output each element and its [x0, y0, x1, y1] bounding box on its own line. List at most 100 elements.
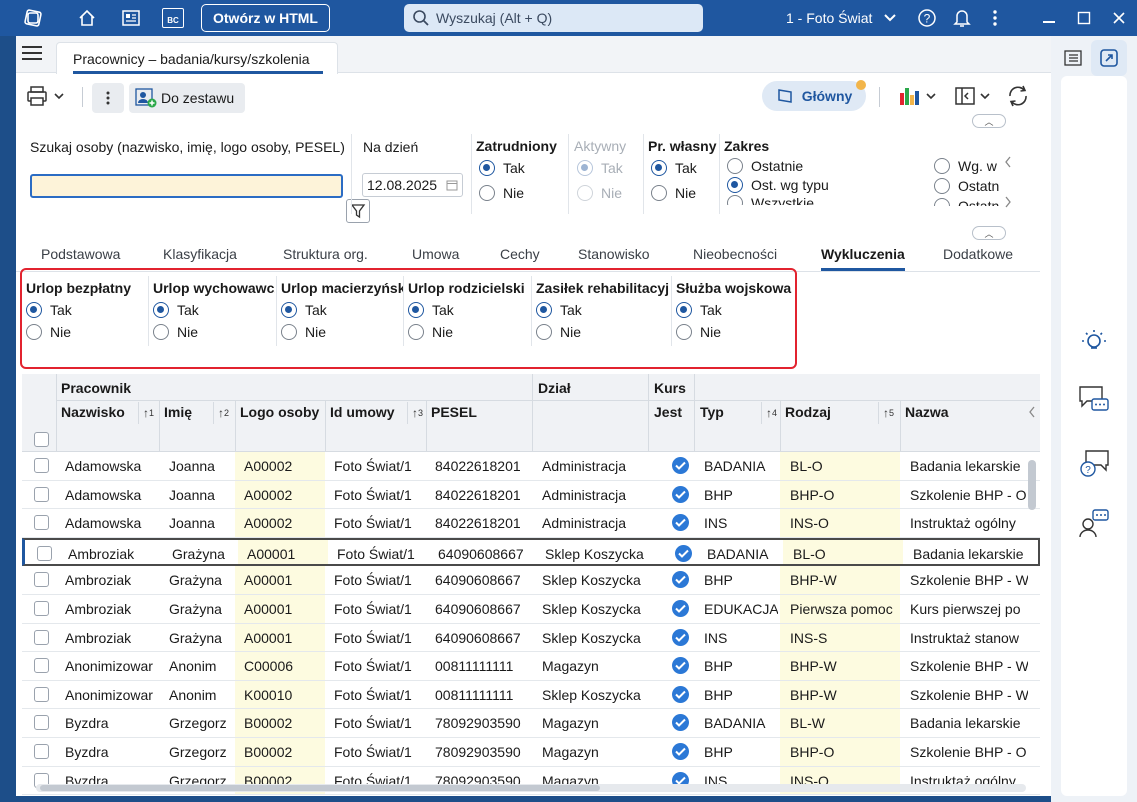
table-row[interactable]: Adamowska Joanna A00002 Foto Świat/1 8402261…: [22, 452, 1040, 481]
horizontal-scrollbar[interactable]: [36, 784, 1026, 792]
excl-no-radio[interactable]: Nie: [536, 324, 670, 340]
sort-id-umowy[interactable]: ↑ 3: [407, 402, 427, 424]
date-input[interactable]: 12.08.2025: [362, 173, 463, 197]
tab-dodatkowe[interactable]: Dodatkowe: [943, 246, 1013, 262]
tab-cechy[interactable]: Cechy: [500, 246, 540, 262]
row-checkbox[interactable]: [34, 486, 49, 502]
maximize-icon[interactable]: [1069, 4, 1099, 32]
tab-stanowisko[interactable]: Stanowisko: [578, 246, 650, 262]
extra-opt3-radio[interactable]: Ostatn: [934, 198, 999, 206]
row-checkbox[interactable]: [34, 658, 49, 674]
excl-no-radio[interactable]: Nie: [26, 324, 148, 340]
help-chat-icon[interactable]: ?: [1076, 446, 1112, 482]
app-logo-icon[interactable]: [18, 4, 48, 32]
sort-typ[interactable]: ↑ 4: [761, 402, 781, 424]
excl-yes-radio[interactable]: Tak: [153, 302, 275, 318]
header-nazwisko[interactable]: Nazwisko: [61, 404, 125, 420]
close-icon[interactable]: [1104, 4, 1134, 32]
sort-nazwisko[interactable]: ↑ 1: [138, 402, 158, 424]
extra-opt2-radio[interactable]: Ostatn: [934, 178, 999, 194]
main-view-button[interactable]: Główny: [762, 81, 866, 111]
sort-imie[interactable]: ↑ 2: [213, 402, 233, 424]
excl-yes-radio[interactable]: Tak: [281, 302, 403, 318]
more-vertical-icon[interactable]: [980, 4, 1010, 32]
row-checkbox[interactable]: [34, 686, 49, 702]
excl-yes-radio[interactable]: Tak: [408, 302, 532, 318]
range-last-radio[interactable]: Ostatnie: [727, 158, 803, 174]
table-row-selected[interactable]: Ambroziak Grażyna A00001 Foto Świat/1 640906…: [22, 537, 1040, 567]
header-jest[interactable]: Jest: [654, 404, 682, 420]
header-nazwa[interactable]: Nazwa: [905, 404, 949, 420]
header-logo[interactable]: Logo osoby: [240, 404, 319, 420]
row-checkbox[interactable]: [34, 458, 49, 473]
sort-rodzaj[interactable]: ↑ 5: [878, 402, 898, 424]
tab-wykluczenia[interactable]: Wykluczenia: [821, 246, 905, 271]
row-checkbox[interactable]: [34, 629, 49, 645]
list-view-icon[interactable]: [1055, 40, 1091, 76]
bell-icon[interactable]: [947, 4, 977, 32]
active-yes-radio[interactable]: Tak: [577, 160, 623, 176]
layout-button[interactable]: [954, 85, 990, 107]
table-row[interactable]: Anonimizowar Anonim C00006 Foto Świat/1 0081…: [22, 652, 1040, 681]
header-pesel[interactable]: PESEL: [431, 404, 477, 420]
tab-podstawowa[interactable]: Podstawowa: [41, 246, 120, 262]
help-icon[interactable]: ?: [912, 4, 942, 32]
excl-no-radio[interactable]: Nie: [408, 324, 532, 340]
calendar-icon[interactable]: [446, 179, 458, 191]
company-selector[interactable]: 1 - Foto Świat: [786, 4, 897, 32]
header-id-umowy[interactable]: Id umowy: [330, 404, 395, 420]
refresh-button[interactable]: [1006, 84, 1030, 108]
vertical-scrollbar[interactable]: [1028, 460, 1036, 510]
row-checkbox[interactable]: [34, 715, 49, 731]
row-checkbox[interactable]: [34, 515, 49, 531]
header-typ[interactable]: Typ: [700, 404, 724, 420]
table-row[interactable]: Ambroziak Grażyna A00001 Foto Świat/1 640906…: [22, 566, 1040, 595]
excl-yes-radio[interactable]: Tak: [676, 302, 794, 318]
more-actions-button[interactable]: [92, 83, 124, 113]
home-icon[interactable]: [72, 4, 102, 32]
menu-icon[interactable]: [22, 46, 42, 64]
table-row[interactable]: Anonimizowar Anonim K00010 Foto Świat/1 0081…: [22, 680, 1040, 710]
print-button[interactable]: [26, 85, 64, 107]
tab-pracownicy[interactable]: Pracownicy – badania/kursy/szkolenia: [56, 42, 338, 74]
excl-no-radio[interactable]: Nie: [153, 324, 275, 340]
add-to-set-button[interactable]: Do zestawu: [129, 83, 245, 113]
table-row[interactable]: Ambroziak Grażyna A00001 Foto Świat/1 640906…: [22, 595, 1040, 624]
chevron-left-icon[interactable]: [1004, 156, 1012, 168]
filter-button[interactable]: [346, 199, 370, 223]
select-all-checkbox[interactable]: [34, 432, 49, 447]
tab-klasyfikacja[interactable]: Klasyfikacja: [163, 246, 237, 262]
range-all-radio[interactable]: Wszystkie: [727, 195, 814, 205]
tab-umowa[interactable]: Umowa: [412, 246, 459, 262]
active-no-radio[interactable]: Nie: [577, 185, 622, 201]
excl-yes-radio[interactable]: Tak: [536, 302, 670, 318]
excl-no-radio[interactable]: Nie: [281, 324, 403, 340]
tab-nieobecnosci[interactable]: Nieobecności: [693, 246, 777, 262]
header-rodzaj[interactable]: Rodzaj: [785, 404, 831, 420]
row-checkbox[interactable]: [37, 545, 52, 561]
range-last-by-type-radio[interactable]: Ost. wg typu: [727, 177, 829, 193]
own-right-no-radio[interactable]: Nie: [651, 185, 696, 201]
table-row[interactable]: Adamowska Joanna A00002 Foto Świat/1 8402261…: [22, 509, 1040, 538]
collapse-sections-button[interactable]: ︿: [972, 226, 1006, 240]
table-row[interactable]: Byzdra Grzegorz B00002 Foto Świat/1 78092903…: [22, 738, 1040, 767]
table-row[interactable]: Ambroziak Grażyna A00001 Foto Świat/1 640906…: [22, 623, 1040, 653]
tab-struktura[interactable]: Struktura org.: [283, 246, 368, 262]
search-person-input[interactable]: [30, 174, 343, 198]
chevron-right-icon[interactable]: [1004, 196, 1012, 208]
employed-no-radio[interactable]: Nie: [479, 185, 524, 201]
row-checkbox[interactable]: [34, 744, 49, 759]
chat-icon[interactable]: [1076, 382, 1112, 418]
minimize-icon[interactable]: [1034, 4, 1064, 32]
table-row[interactable]: Adamowska Joanna A00002 Foto Świat/1 8402261…: [22, 480, 1040, 510]
chart-button[interactable]: [898, 85, 936, 107]
row-checkbox[interactable]: [34, 601, 49, 616]
table-row[interactable]: Byzdra Grzegorz B00002 Foto Świat/1 78092903…: [22, 709, 1040, 738]
lightbulb-icon[interactable]: [1076, 324, 1112, 360]
header-dzial[interactable]: Dział: [538, 380, 571, 396]
row-checkbox[interactable]: [34, 572, 49, 588]
excl-no-radio[interactable]: Nie: [676, 324, 794, 340]
employed-yes-radio[interactable]: Tak: [479, 160, 525, 176]
bc-icon[interactable]: BC: [158, 4, 188, 32]
newspaper-icon[interactable]: [116, 4, 146, 32]
